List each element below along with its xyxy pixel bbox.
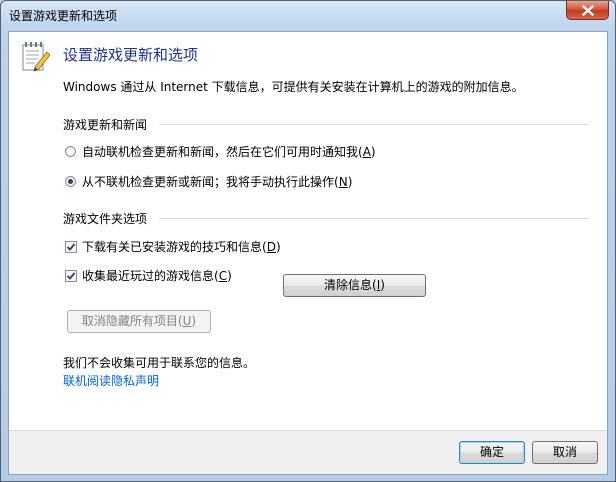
radio-auto-check[interactable]: 自动联机检查更新和新闻，然后在它们可用时通知我(A) [65,143,376,160]
radio-label-never: 从不联机检查更新或新闻；我将手动执行此操作(N) [82,175,353,189]
checkbox-label-tips: 下载有关已安装游戏的技巧和信息(D) [82,240,281,254]
description-text: Windows 通过从 Internet 下载信息，可提供有关安装在计算机上的游… [63,80,524,94]
title-bar[interactable]: 设置游戏更新和选项 [1,1,615,31]
radio-button[interactable] [65,146,76,157]
checkbox-download-tips[interactable]: 下载有关已安装游戏的技巧和信息(D) [65,238,281,255]
radio-never-check[interactable]: 从不联机检查更新或新闻；我将手动执行此操作(N) [65,173,352,190]
unhide-all-button[interactable]: 取消隐藏所有项目(U) [67,310,211,333]
group-label-folder: 游戏文件夹选项 [63,212,148,226]
cancel-button[interactable]: 取消 [532,441,598,464]
checkbox-collect-recent[interactable]: 收集最近玩过的游戏信息(C) [65,267,232,284]
ok-button[interactable]: 确定 [459,441,525,464]
clear-info-button[interactable]: 清除信息(I) [283,274,426,297]
window-title: 设置游戏更新和选项 [9,9,118,23]
group-label-updates: 游戏更新和新闻 [63,118,148,132]
dialog-content: 设置游戏更新和选项 Windows 通过从 Internet 下载信息，可提供有… [8,31,608,475]
button-bar: 确定 取消 [9,430,607,474]
group-divider [159,124,589,125]
notepad-pencil-icon [21,41,51,73]
close-button[interactable] [566,1,609,20]
radio-label-auto: 自动联机检查更新和新闻，然后在它们可用时通知我(A) [82,145,376,159]
checkbox[interactable] [65,240,77,253]
privacy-note: 我们不会收集可用于联系您的信息。 [63,356,256,370]
dialog-window: 设置游戏更新和选项 设置游戏更新和选项 Windows 通过从 Internet… [0,0,616,482]
checkbox-label-recent: 收集最近玩过的游戏信息(C) [82,269,232,283]
radio-button-selected[interactable] [65,176,76,187]
privacy-link[interactable]: 联机阅读隐私声明 [63,372,159,389]
page-title: 设置游戏更新和选项 [63,46,199,64]
group-divider [159,218,589,219]
checkbox[interactable] [65,269,77,282]
